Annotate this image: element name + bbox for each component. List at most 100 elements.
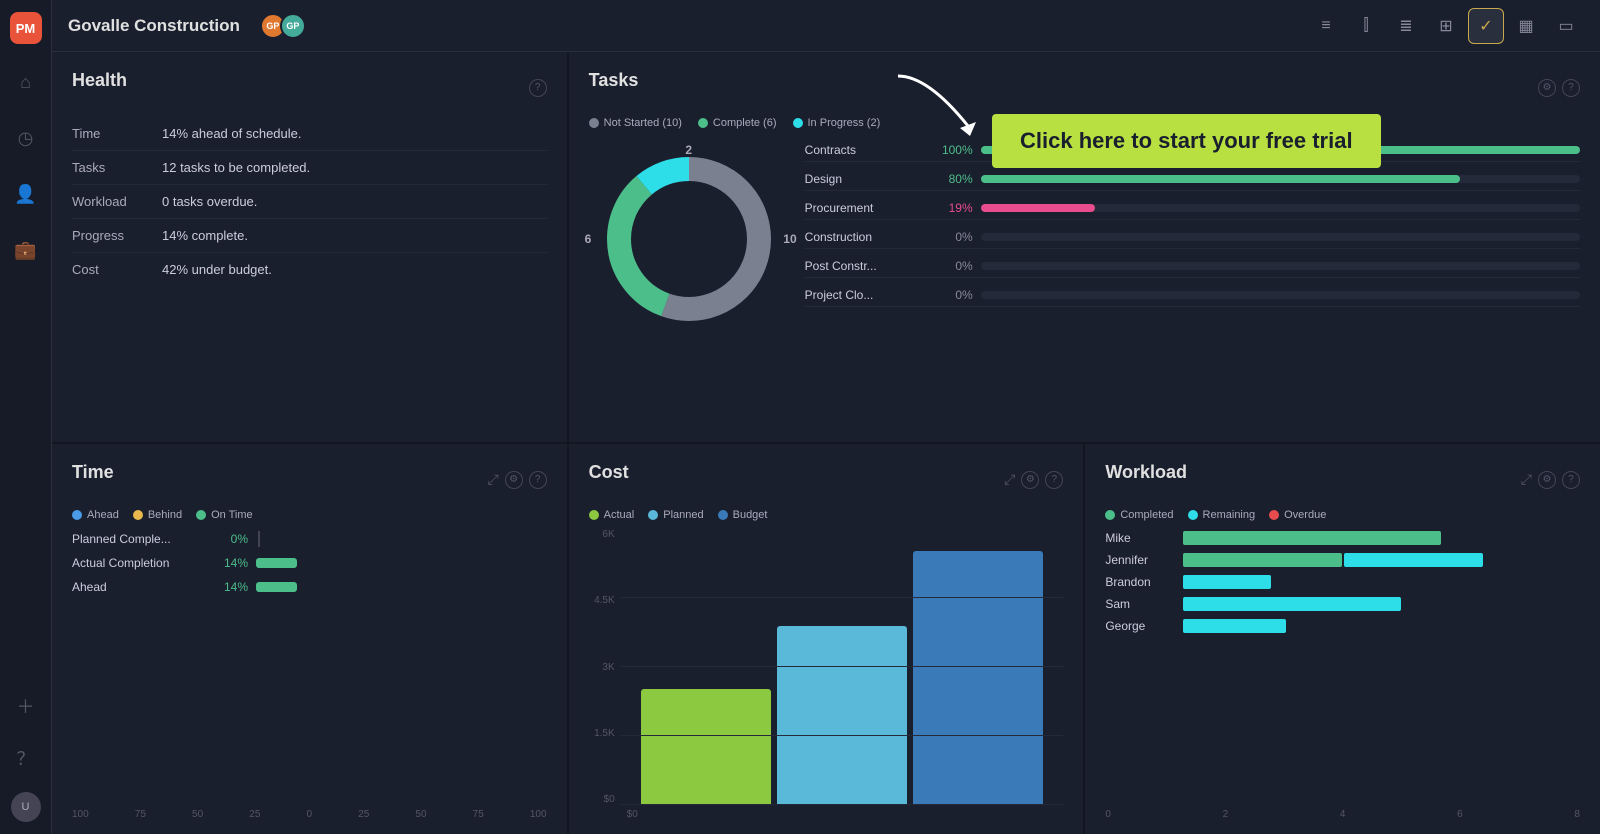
donut-label-top: 2 bbox=[685, 143, 692, 157]
gantt-view-button[interactable]: ⫿ bbox=[1348, 8, 1384, 44]
sidebar-item-home[interactable]: ⌂ bbox=[8, 64, 44, 100]
time-row-planned: Planned Comple... 0% bbox=[72, 531, 547, 547]
time-legend-ontime: On Time bbox=[196, 509, 253, 521]
time-settings-icon[interactable]: ⚙ bbox=[505, 471, 523, 489]
wl-legend-remaining: Remaining bbox=[1188, 509, 1256, 521]
health-info-icon[interactable]: ? bbox=[529, 79, 547, 97]
topbar: Govalle Construction GP GP ≡ ⫿ ≣ ⊞ ✓ ▦ ▭ bbox=[52, 0, 1600, 52]
time-expand-icon[interactable]: ⤢ bbox=[487, 471, 498, 489]
time-panel-header: Time ⤢ ⚙ ? bbox=[72, 462, 547, 497]
cost-xaxis: $0 bbox=[589, 805, 1064, 820]
mike-completed-bar bbox=[1183, 531, 1441, 545]
free-trial-banner[interactable]: Click here to start your free trial bbox=[992, 114, 1381, 168]
cost-panel: Cost ⤢ ⚙ ? Actual Planned Budg bbox=[569, 444, 1084, 834]
george-remaining-bar bbox=[1183, 619, 1286, 633]
legend-in-progress: In Progress (2) bbox=[793, 117, 881, 129]
actual-bar-fill bbox=[256, 558, 297, 568]
workload-panel: Workload ⤢ ⚙ ? Completed Remaining bbox=[1085, 444, 1600, 834]
sidebar-user-avatar[interactable]: U bbox=[11, 792, 41, 822]
tasks-panel: Tasks ⚙ ? Not Started (10) Complete (6) bbox=[569, 52, 1600, 442]
cost-info-icon[interactable]: ? bbox=[1045, 471, 1063, 489]
time-panel: Time ⤢ ⚙ ? Ahead Behind On Tim bbox=[52, 444, 567, 834]
wl-row-sam: Sam bbox=[1105, 597, 1580, 611]
wl-legend-overdue: Overdue bbox=[1269, 509, 1326, 521]
tasks-donut: 2 10 6 bbox=[589, 139, 789, 339]
health-row-tasks: Tasks 12 tasks to be completed. bbox=[72, 151, 547, 185]
cost-legend: Actual Planned Budget bbox=[589, 509, 1064, 521]
health-title: Health bbox=[72, 70, 127, 91]
task-bar-project-close: Project Clo... 0% bbox=[805, 284, 1580, 307]
cost-panel-header: Cost ⤢ ⚙ ? bbox=[589, 462, 1064, 497]
sidebar-item-help[interactable]: ？ bbox=[8, 740, 44, 776]
sidebar-bottom: ＋ ？ U bbox=[8, 688, 44, 822]
workload-legend: Completed Remaining Overdue bbox=[1105, 509, 1580, 521]
tasks-settings-icon[interactable]: ⚙ bbox=[1538, 79, 1556, 97]
donut-label-left: 6 bbox=[585, 232, 592, 246]
tasks-title: Tasks bbox=[589, 70, 639, 91]
main-content: Govalle Construction GP GP ≡ ⫿ ≣ ⊞ ✓ ▦ ▭… bbox=[52, 0, 1600, 834]
tasks-panel-header: Tasks ⚙ ? bbox=[589, 70, 1580, 105]
time-legend-ahead: Ahead bbox=[72, 509, 119, 521]
chart-view-button[interactable]: ✓ bbox=[1468, 8, 1504, 44]
sidebar: PM ⌂ ◷ 👤 💼 ＋ ？ U bbox=[0, 0, 52, 834]
workload-xaxis: 0 2 4 6 8 bbox=[1105, 805, 1580, 820]
time-row-actual: Actual Completion 14% bbox=[72, 555, 547, 571]
workload-expand-icon[interactable]: ⤢ bbox=[1521, 471, 1532, 489]
avatar-green[interactable]: GP bbox=[280, 13, 306, 39]
workload-title: Workload bbox=[1105, 462, 1187, 483]
brandon-remaining-bar bbox=[1183, 575, 1270, 589]
table-view-button[interactable]: ⊞ bbox=[1428, 8, 1464, 44]
workload-info-icon[interactable]: ? bbox=[1562, 471, 1580, 489]
cost-bar-group bbox=[621, 529, 1064, 805]
complete-dot bbox=[698, 118, 708, 128]
legend-not-started: Not Started (10) bbox=[589, 117, 682, 129]
cost-legend-budget: Budget bbox=[718, 509, 768, 521]
calendar-view-button[interactable]: ▦ bbox=[1508, 8, 1544, 44]
time-title: Time bbox=[72, 462, 114, 483]
app-logo[interactable]: PM bbox=[10, 12, 42, 44]
cost-chart-area: 6K 4.5K 3K 1.5K $0 bbox=[589, 529, 1064, 805]
time-chart: Planned Comple... 0% Actual Completion 1… bbox=[72, 531, 547, 801]
sidebar-item-briefcase[interactable]: 💼 bbox=[8, 232, 44, 268]
time-row-ahead: Ahead 14% bbox=[72, 579, 547, 595]
not-started-dot bbox=[589, 118, 599, 128]
sidebar-item-clock[interactable]: ◷ bbox=[8, 120, 44, 156]
cost-yaxis: 6K 4.5K 3K 1.5K $0 bbox=[589, 529, 621, 805]
cost-bars bbox=[621, 529, 1064, 805]
board-view-button[interactable]: ≣ bbox=[1388, 8, 1424, 44]
ontime-dot bbox=[196, 510, 206, 520]
task-bar-procurement: Procurement 19% bbox=[805, 197, 1580, 220]
legend-complete: Complete (6) bbox=[698, 117, 777, 129]
tasks-content: 2 10 6 Contracts 100% Design 8 bbox=[589, 139, 1580, 428]
health-row-workload: Workload 0 tasks overdue. bbox=[72, 185, 547, 219]
doc-view-button[interactable]: ▭ bbox=[1548, 8, 1584, 44]
dashboard: Health ? Time 14% ahead of schedule. Tas… bbox=[52, 52, 1600, 834]
health-panel-header: Health ? bbox=[72, 70, 547, 105]
jennifer-completed-bar bbox=[1183, 553, 1342, 567]
bar-actual bbox=[641, 689, 771, 805]
task-bar-design: Design 80% bbox=[805, 168, 1580, 191]
wl-row-brandon: Brandon bbox=[1105, 575, 1580, 589]
cost-expand-icon[interactable]: ⤢ bbox=[1004, 471, 1015, 489]
time-legend: Ahead Behind On Time bbox=[72, 509, 547, 521]
health-row-progress: Progress 14% complete. bbox=[72, 219, 547, 253]
workload-chart: Mike Jennifer Brandon bbox=[1105, 531, 1580, 805]
cost-legend-actual: Actual bbox=[589, 509, 635, 521]
task-bar-construction: Construction 0% bbox=[805, 226, 1580, 249]
tasks-info-icon[interactable]: ? bbox=[1562, 79, 1580, 97]
wl-row-mike: Mike bbox=[1105, 531, 1580, 545]
wl-row-jennifer: Jennifer bbox=[1105, 553, 1580, 567]
list-view-button[interactable]: ≡ bbox=[1308, 8, 1344, 44]
cost-legend-planned: Planned bbox=[648, 509, 703, 521]
time-info-icon[interactable]: ? bbox=[529, 471, 547, 489]
bar-budget bbox=[913, 551, 1043, 805]
donut-label-right: 10 bbox=[783, 232, 796, 246]
sidebar-item-users[interactable]: 👤 bbox=[8, 176, 44, 212]
sidebar-item-add[interactable]: ＋ bbox=[8, 688, 44, 724]
time-legend-behind: Behind bbox=[133, 509, 182, 521]
workload-settings-icon[interactable]: ⚙ bbox=[1538, 471, 1556, 489]
task-bar-post-constr: Post Constr... 0% bbox=[805, 255, 1580, 278]
sam-remaining-bar bbox=[1183, 597, 1401, 611]
in-progress-dot bbox=[793, 118, 803, 128]
cost-settings-icon[interactable]: ⚙ bbox=[1021, 471, 1039, 489]
